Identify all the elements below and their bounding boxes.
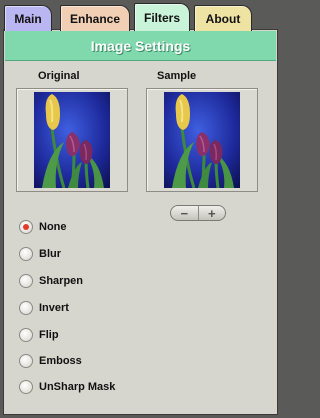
zoom-out-button[interactable]: − [171, 206, 198, 220]
sample-label: Sample [157, 70, 197, 82]
filter-option-label: Emboss [39, 355, 82, 367]
tab-bar: Main Enhance Filters About [0, 0, 281, 31]
tab-filters[interactable]: Filters [134, 3, 190, 31]
section-header: Image Settings [5, 31, 276, 61]
original-image [34, 92, 110, 188]
filter-option-label: Sharpen [39, 275, 84, 287]
sample-image [164, 92, 240, 188]
tab-main[interactable]: Main [4, 5, 52, 31]
original-preview [16, 88, 128, 192]
filter-option-invert[interactable]: Invert [19, 299, 69, 317]
filters-panel: Image Settings Original Sample − + None … [3, 29, 278, 415]
radio-button[interactable] [19, 328, 33, 342]
radio-button[interactable] [19, 274, 33, 288]
original-label: Original [38, 70, 80, 82]
filter-option-unsharp-mask[interactable]: UnSharp Mask [19, 378, 115, 396]
filter-option-label: Blur [39, 248, 61, 260]
radio-selected-dot [23, 224, 29, 230]
tab-about-label: About [205, 11, 241, 26]
filter-option-label: None [39, 221, 67, 233]
tab-enhance-label: Enhance [69, 11, 120, 26]
zoom-in-button[interactable]: + [197, 206, 226, 220]
filter-option-sharpen[interactable]: Sharpen [19, 272, 83, 290]
filter-option-blur[interactable]: Blur [19, 245, 61, 263]
radio-button[interactable] [19, 247, 33, 261]
section-title: Image Settings [90, 37, 191, 54]
zoom-control: − + [170, 205, 226, 221]
filter-option-flip[interactable]: Flip [19, 326, 59, 344]
tab-main-label: Main [14, 11, 42, 26]
filter-option-none[interactable]: None [19, 218, 67, 236]
radio-button[interactable] [19, 354, 33, 368]
sample-preview [146, 88, 258, 192]
radio-button[interactable] [19, 380, 33, 394]
filter-option-label: Invert [39, 302, 69, 314]
tab-enhance[interactable]: Enhance [60, 5, 130, 31]
tab-about[interactable]: About [194, 5, 252, 31]
tab-filters-label: Filters [143, 10, 180, 25]
filter-option-emboss[interactable]: Emboss [19, 352, 82, 370]
filter-option-label: UnSharp Mask [39, 381, 116, 393]
filter-option-label: Flip [39, 329, 59, 341]
radio-button[interactable] [19, 220, 33, 234]
radio-button[interactable] [19, 301, 33, 315]
